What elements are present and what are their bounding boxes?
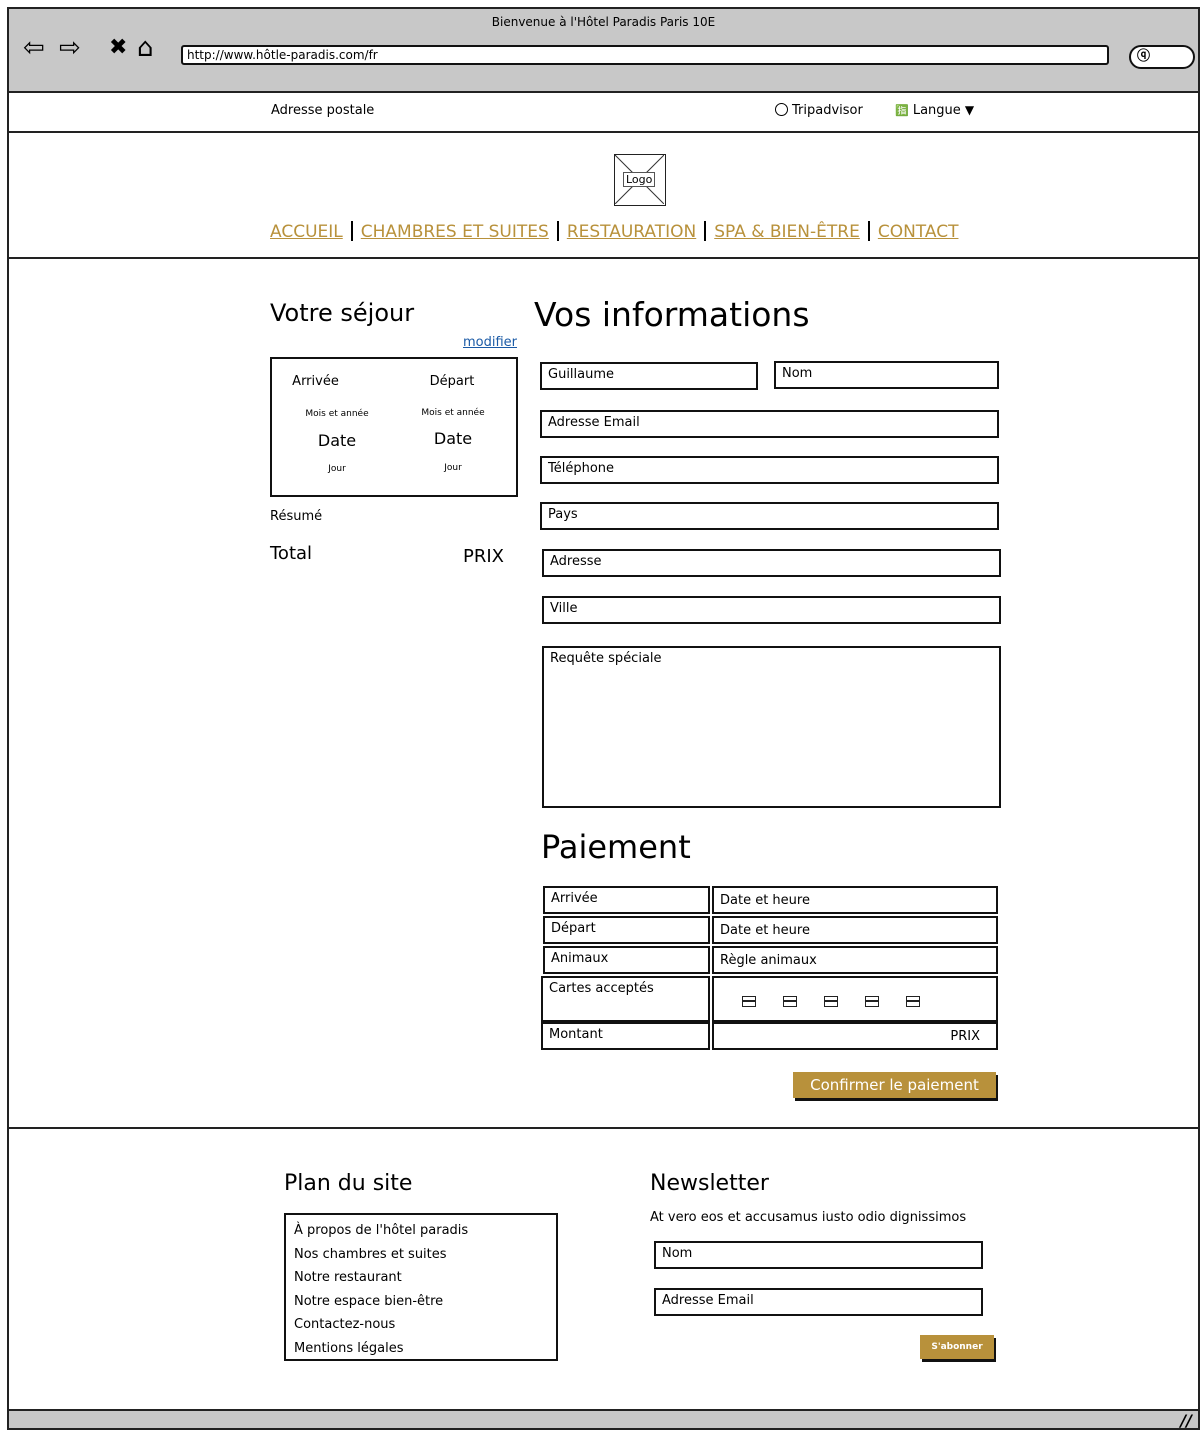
- nav-spa[interactable]: SPA & BIEN-ÊTRE: [714, 222, 860, 242]
- status-bar: //: [9, 1409, 1198, 1428]
- sitemap-link[interactable]: Notre espace bien-être: [294, 1290, 548, 1314]
- amount-row-label: Montant: [541, 1022, 710, 1050]
- credit-card-icon: [783, 996, 797, 1007]
- first-name-field[interactable]: Guillaume: [540, 362, 758, 390]
- tripadvisor-link[interactable]: Tripadvisor: [775, 103, 863, 118]
- search-icon: ⓠ: [1137, 49, 1151, 64]
- departure-row-value: Date et heure: [712, 916, 998, 944]
- postal-address: Adresse postale: [271, 103, 375, 118]
- credit-card-icon: [906, 996, 920, 1007]
- sitemap-link[interactable]: Contactez-nous: [294, 1313, 548, 1337]
- subscribe-button[interactable]: S'abonner: [920, 1335, 994, 1359]
- credit-card-icon: [824, 996, 838, 1007]
- nav-accueil[interactable]: ACCUEIL: [270, 222, 343, 242]
- nav-separator: [704, 221, 707, 241]
- sitemap-list: À propos de l'hôtel paradis Nos chambres…: [284, 1213, 558, 1361]
- credit-card-icon: [742, 996, 756, 1007]
- language-icon: 🈯: [895, 104, 909, 117]
- url-bar[interactable]: http://www.hôtle-paradis.com/fr: [181, 45, 1109, 65]
- newsletter-title: Newsletter: [650, 1171, 769, 1196]
- arrival-date: Date: [317, 431, 357, 450]
- window-title: Bienvenue à l'Hôtel Paradis Paris 10E: [491, 15, 716, 29]
- site-header: Logo ACCUEIL CHAMBRES ET SUITES RESTAURATI…: [9, 133, 1198, 259]
- logo-label: Logo: [623, 172, 656, 187]
- credit-card-icon: [865, 996, 879, 1007]
- pets-row-value: Règle animaux: [712, 946, 998, 974]
- address-field[interactable]: Adresse: [542, 549, 1001, 577]
- arrival-row-label: Arrivée: [543, 886, 710, 914]
- close-icon[interactable]: ✖: [109, 35, 127, 61]
- departure-row-label: Départ: [543, 916, 710, 944]
- newsletter-text: At vero eos et accusamus iusto odio dign…: [650, 1210, 967, 1225]
- modify-link[interactable]: modifier: [463, 335, 517, 350]
- pets-row-label: Animaux: [543, 946, 710, 974]
- city-field[interactable]: Ville: [542, 596, 1001, 624]
- arrival-day: Jour: [328, 464, 346, 474]
- cards-row-label: Cartes acceptés: [541, 976, 710, 1022]
- payment-title: Paiement: [541, 828, 691, 866]
- special-request-field[interactable]: Requête spéciale: [542, 646, 1001, 808]
- home-icon[interactable]: ⌂: [137, 35, 154, 61]
- arrival-label: Arrivée: [292, 374, 339, 389]
- amount-row-value: PRIX: [712, 1022, 998, 1050]
- nav-separator: [867, 221, 870, 241]
- sitemap-link[interactable]: À propos de l'hôtel paradis: [294, 1219, 548, 1243]
- chevron-down-icon: ▼: [964, 103, 975, 117]
- browser-window: Bienvenue à l'Hôtel Paradis Paris 10E ⇦ …: [7, 7, 1200, 1430]
- arrival-month-year: Mois et année: [305, 409, 369, 419]
- phone-field[interactable]: Téléphone: [540, 456, 999, 484]
- arrival-row-value: Date et heure: [712, 886, 998, 914]
- departure-month-year: Mois et année: [421, 408, 485, 418]
- sitemap-title: Plan du site: [284, 1171, 413, 1196]
- browser-chrome: Bienvenue à l'Hôtel Paradis Paris 10E ⇦ …: [9, 9, 1198, 93]
- newsletter-email-field[interactable]: Adresse Email: [654, 1288, 983, 1316]
- search-button[interactable]: ⓠ: [1129, 45, 1195, 69]
- departure-day: Jour: [444, 463, 462, 473]
- total-price: PRIX: [463, 546, 505, 567]
- main-nav: ACCUEIL CHAMBRES ET SUITES RESTAURATION SPA…: [270, 221, 958, 242]
- total-label: Total: [270, 543, 313, 564]
- logo[interactable]: Logo: [614, 154, 666, 206]
- departure-date: Date: [433, 429, 473, 448]
- nav-contact[interactable]: CONTACT: [878, 222, 959, 242]
- utility-bar: Adresse postale Tripadvisor 🈯 Langue ▼: [9, 93, 1198, 133]
- sitemap-link[interactable]: Mentions légales: [294, 1337, 548, 1361]
- forward-icon[interactable]: ⇨: [59, 35, 81, 61]
- nav-separator: [350, 221, 353, 241]
- newsletter-name-field[interactable]: Nom: [654, 1241, 983, 1269]
- cards-row-value: [712, 976, 998, 1022]
- info-title: Vos informations: [534, 295, 810, 334]
- sitemap-link[interactable]: Notre restaurant: [294, 1266, 548, 1290]
- language-label: Langue: [912, 103, 961, 118]
- confirm-payment-button[interactable]: Confirmer le paiement: [793, 1072, 996, 1098]
- back-icon[interactable]: ⇦: [23, 35, 45, 61]
- footer-divider: [9, 1127, 1198, 1129]
- nav-restauration[interactable]: RESTAURATION: [567, 222, 696, 242]
- nav-chambres[interactable]: CHAMBRES ET SUITES: [361, 222, 549, 242]
- country-field[interactable]: Pays: [540, 502, 999, 530]
- resize-handle-icon[interactable]: //: [1180, 1411, 1192, 1428]
- email-field[interactable]: Adresse Email: [540, 410, 999, 438]
- tripadvisor-icon: [775, 103, 788, 116]
- tripadvisor-label: Tripadvisor: [792, 103, 863, 118]
- departure-label: Départ: [429, 374, 475, 389]
- language-selector[interactable]: 🈯 Langue ▼: [895, 103, 974, 118]
- summary-label: Résumé: [270, 509, 323, 524]
- last-name-field[interactable]: Nom: [774, 361, 999, 389]
- sitemap-link[interactable]: Nos chambres et suites: [294, 1243, 548, 1267]
- stay-dates-box: Arrivée Mois et année Date Jour Départ M…: [270, 357, 518, 497]
- stay-title: Votre séjour: [270, 299, 415, 327]
- nav-separator: [556, 221, 559, 241]
